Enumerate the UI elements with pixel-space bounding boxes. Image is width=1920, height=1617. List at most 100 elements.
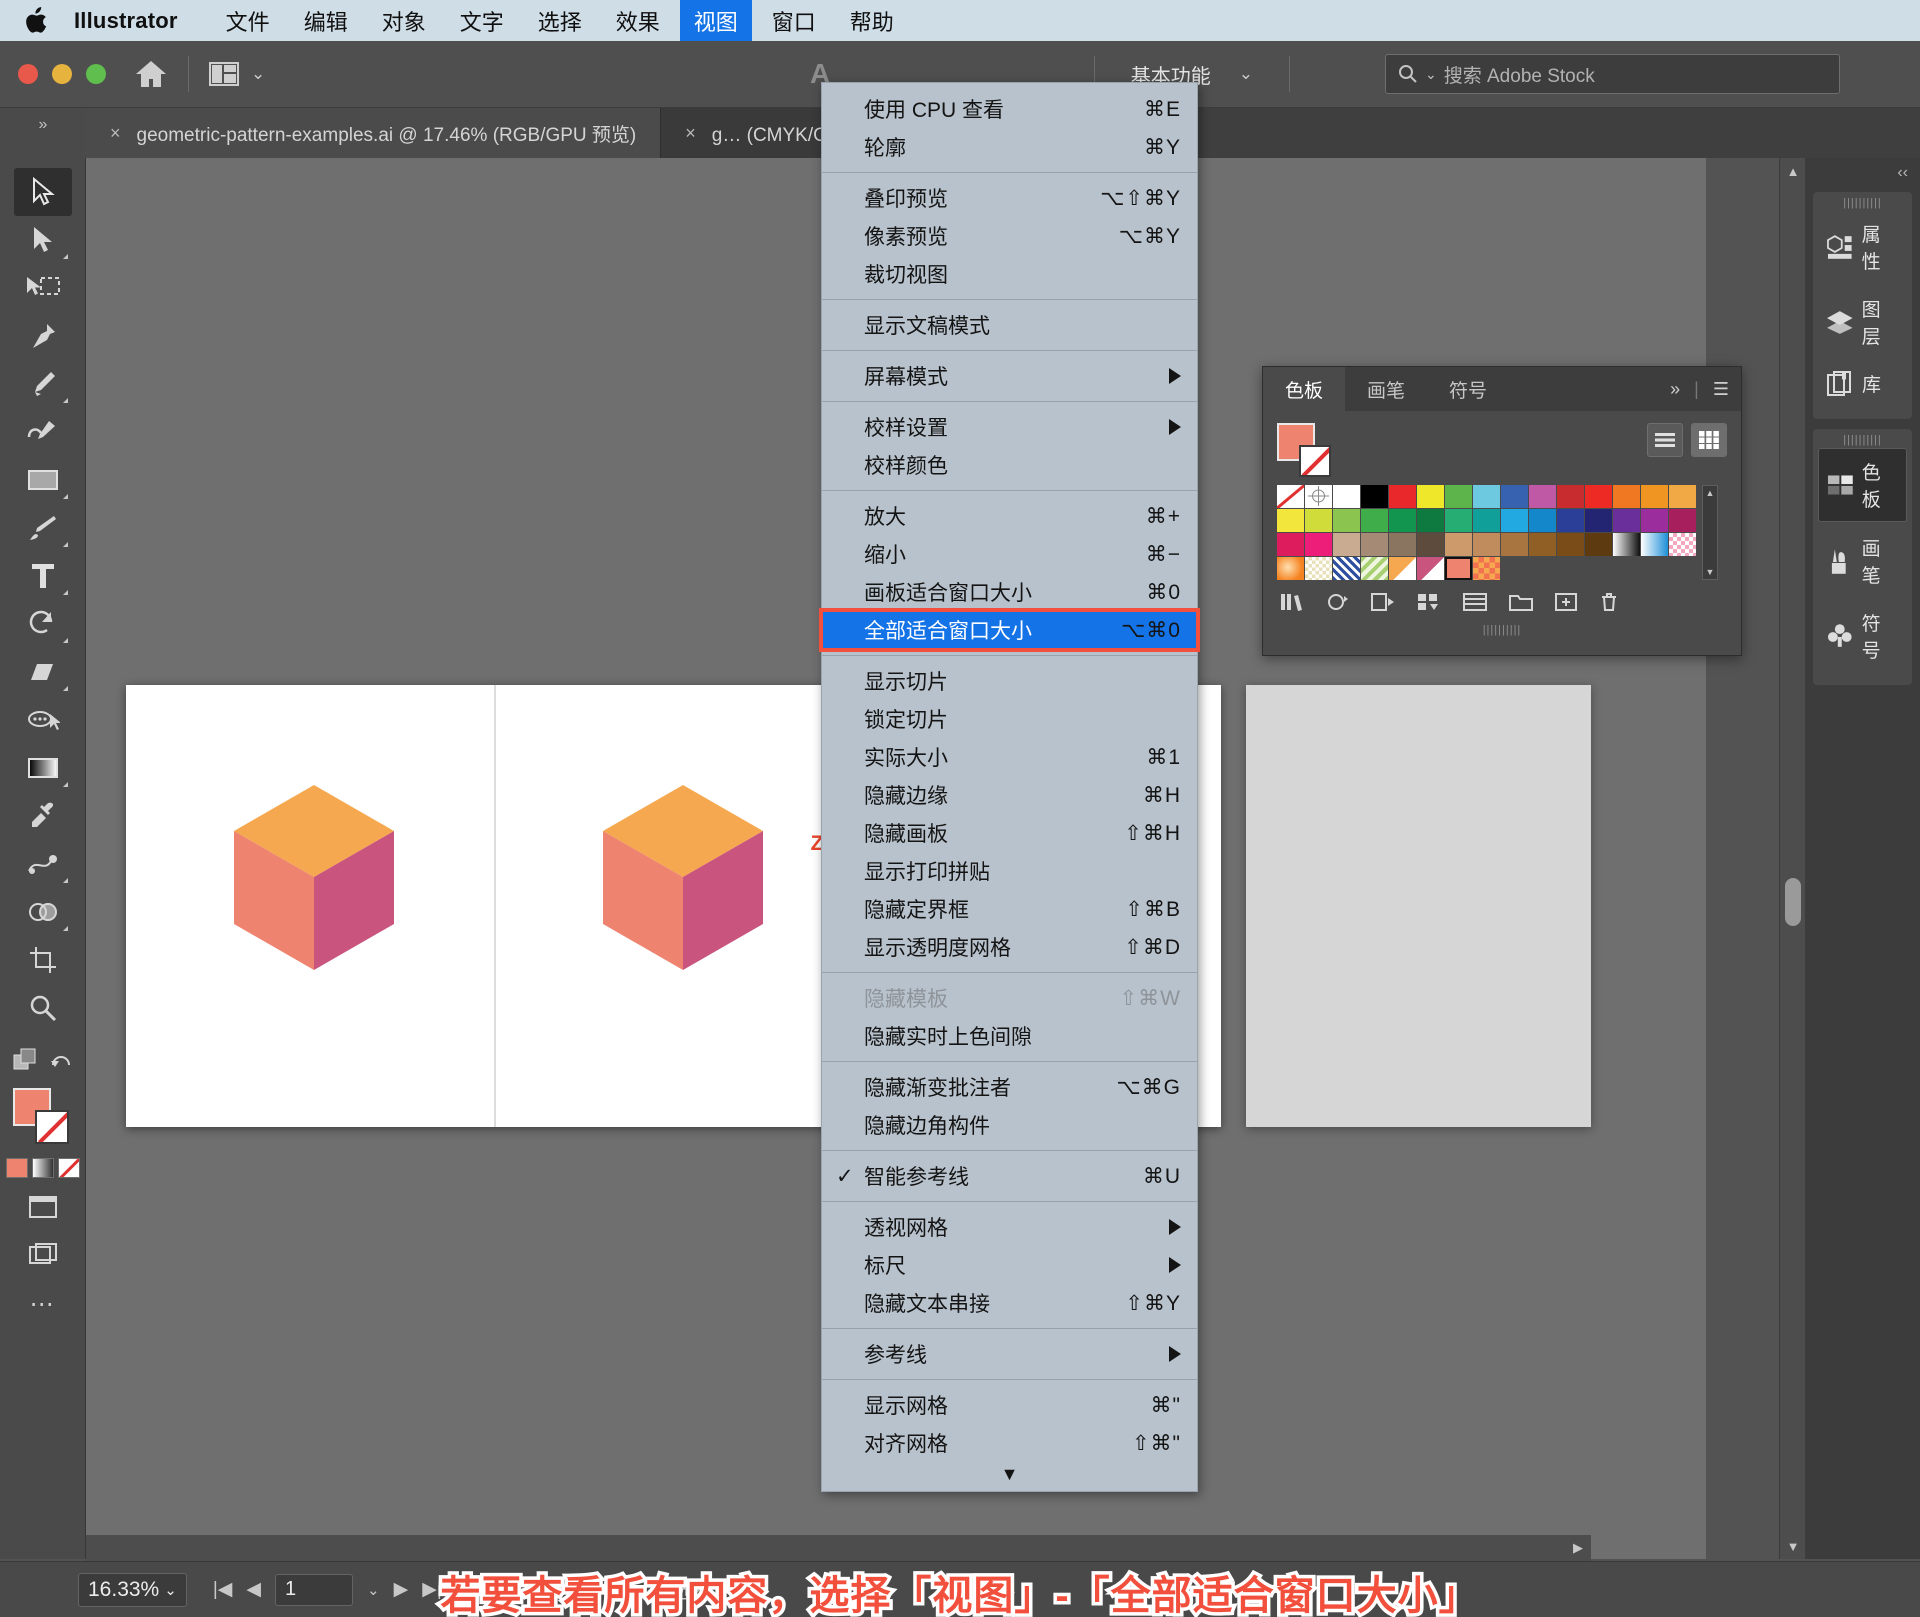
swatch-cell[interactable] [1641, 533, 1668, 556]
panel-resize-grip[interactable]: |||||||||| [1263, 624, 1741, 636]
panel-tab-layers[interactable]: 图层 [1818, 286, 1907, 358]
swatch-cell[interactable] [1389, 485, 1416, 508]
swatch-cell[interactable] [1529, 485, 1556, 508]
eraser-tool[interactable] [14, 648, 72, 696]
panel-tab-brushes[interactable]: 画笔 [1818, 525, 1907, 597]
list-view-button[interactable] [1647, 423, 1683, 457]
swatches-panel[interactable]: 色板 画笔 符号 » | ☰ ▲ ▼ |||||||||| [1262, 366, 1742, 656]
screen-mode-icon[interactable] [28, 1196, 57, 1227]
arrange-documents-icon[interactable] [209, 62, 239, 86]
flyout-triangle-icon[interactable] [62, 686, 68, 691]
swatches-panel-footer[interactable] [1263, 580, 1741, 624]
swatch-cell[interactable] [1613, 533, 1640, 556]
swatches-grid[interactable] [1277, 485, 1696, 580]
edit-toolbar-icon[interactable]: ⋯ [30, 1290, 56, 1319]
gradient-fill-button[interactable] [31, 1158, 54, 1178]
panel-header-controls[interactable]: » | ☰ [1670, 367, 1741, 411]
stroke-swatch-none[interactable] [34, 1110, 69, 1144]
menu-item-隐藏边角构件[interactable]: 隐藏边角构件 [822, 1106, 1197, 1144]
swatch-cell[interactable] [1501, 509, 1528, 532]
flyout-triangle-icon[interactable] [62, 878, 68, 883]
swatches-tab[interactable]: 色板 [1263, 367, 1346, 411]
swatch-cell[interactable] [1445, 509, 1472, 532]
swatch-cell[interactable] [1305, 533, 1332, 556]
swatch-cell[interactable] [1305, 557, 1332, 580]
menubar-item-window[interactable]: 窗口 [758, 0, 830, 43]
toolbar-expand-control[interactable]: » [0, 108, 86, 158]
zoom-tool[interactable] [14, 984, 72, 1032]
blend-tool[interactable] [14, 840, 72, 888]
menu-item-显示切片[interactable]: 显示切片 [822, 662, 1197, 700]
selection-tool[interactable] [13, 168, 72, 216]
menu-item-实际大小[interactable]: 实际大小 ⌘1 [822, 738, 1197, 776]
menu-item-智能参考线[interactable]: ✓ 智能参考线 ⌘U [822, 1157, 1197, 1195]
panel-fill-stroke-swatches[interactable] [1277, 423, 1339, 479]
flyout-triangle-icon[interactable] [62, 782, 68, 787]
swatch-cell[interactable] [1557, 533, 1584, 556]
window-controls[interactable] [18, 64, 106, 84]
menu-item-显示透明度网格[interactable]: 显示透明度网格 ⇧⌘D [822, 928, 1197, 966]
flyout-triangle-icon[interactable] [62, 398, 68, 403]
panel-menu-icon[interactable]: ☰ [1713, 379, 1729, 400]
menu-item-放大[interactable]: 放大 ⌘+ [822, 497, 1197, 535]
swatch-cell[interactable] [1333, 509, 1360, 532]
fill-stroke-swatches[interactable] [12, 1088, 73, 1146]
swatch-cell[interactable] [1445, 533, 1472, 556]
swatch-cell[interactable] [1501, 533, 1528, 556]
swatch-cell[interactable] [1445, 557, 1472, 580]
swatch-cell[interactable] [1641, 509, 1668, 532]
flyout-triangle-icon[interactable] [62, 590, 68, 595]
gradient-tool[interactable] [14, 744, 72, 792]
flyout-triangle-icon[interactable] [62, 254, 68, 259]
swatch-cell[interactable] [1585, 509, 1612, 532]
swatch-cell[interactable] [1641, 485, 1668, 508]
menu-scroll-down-icon[interactable]: ▼ [822, 1462, 1197, 1491]
swatch-cell[interactable] [1333, 485, 1360, 508]
chevron-double-right-icon[interactable]: » [39, 116, 48, 134]
swatch-cell[interactable] [1417, 509, 1444, 532]
change-screen-mode-icon[interactable] [28, 1243, 57, 1272]
swatch-cell[interactable] [1669, 533, 1696, 556]
flyout-triangle-icon[interactable] [62, 926, 68, 931]
menu-item-透视网格[interactable]: 透视网格 [822, 1208, 1197, 1246]
color-fill-button[interactable] [5, 1158, 28, 1178]
swatch-cell[interactable] [1305, 509, 1332, 532]
menu-item-显示打印拼贴[interactable]: 显示打印拼贴 [822, 852, 1197, 890]
document-tab-1[interactable]: × geometric-pattern-examples.ai @ 17.46%… [86, 108, 662, 158]
curvature-tool[interactable] [14, 408, 72, 456]
swatch-cell[interactable] [1473, 485, 1500, 508]
menubar-item-effect[interactable]: 效果 [602, 0, 674, 43]
menu-item-使用 CPU 查看[interactable]: 使用 CPU 查看 ⌘E [822, 90, 1197, 128]
arrange-chevron-down-icon[interactable]: ⌄ [251, 64, 265, 84]
menu-item-标尺[interactable]: 标尺 [822, 1246, 1197, 1284]
eyedropper-tool[interactable] [14, 792, 72, 840]
direct-selection-tool[interactable] [14, 216, 72, 264]
apple-logo-icon[interactable] [26, 6, 48, 33]
swatch-cell[interactable] [1305, 485, 1332, 508]
rectangle-tool[interactable] [14, 456, 72, 504]
collapse-panels-icon[interactable]: ‹‹ [1805, 158, 1920, 182]
isometric-cube-1[interactable] [234, 785, 394, 975]
menu-item-隐藏实时上色间隙[interactable]: 隐藏实时上色间隙 [822, 1017, 1197, 1055]
swatch-cell[interactable] [1529, 533, 1556, 556]
swatch-cell[interactable] [1389, 533, 1416, 556]
swatch-cell[interactable] [1473, 533, 1500, 556]
menubar-item-edit[interactable]: 编辑 [290, 0, 362, 43]
swatch-cell[interactable] [1277, 509, 1304, 532]
vertical-scroll-thumb[interactable] [1785, 878, 1801, 926]
search-chevron-down-icon[interactable]: ⌄ [1425, 66, 1437, 83]
expand-panel-icon[interactable]: » [1670, 379, 1680, 400]
grid-view-button[interactable] [1691, 423, 1727, 457]
canvas-horizontal-scrollbar[interactable]: ▶ [86, 1535, 1591, 1561]
scroll-right-icon[interactable]: ▶ [1565, 1535, 1591, 1561]
swatch-cell[interactable] [1417, 533, 1444, 556]
menu-item-叠印预览[interactable]: 叠印预览 ⌥⇧⌘Y [822, 179, 1197, 217]
swatch-cell[interactable] [1277, 533, 1304, 556]
canvas-vertical-scrollbar[interactable]: ▲ ▼ [1779, 158, 1805, 1559]
type-tool[interactable] [14, 552, 72, 600]
dock-grip-2[interactable]: |||||||||| [1813, 435, 1912, 446]
menu-item-隐藏画板[interactable]: 隐藏画板 ⇧⌘H [822, 814, 1197, 852]
swatch-cell[interactable] [1557, 485, 1584, 508]
swatch-cell[interactable] [1417, 485, 1444, 508]
menu-item-校样设置[interactable]: 校样设置 [822, 408, 1197, 446]
